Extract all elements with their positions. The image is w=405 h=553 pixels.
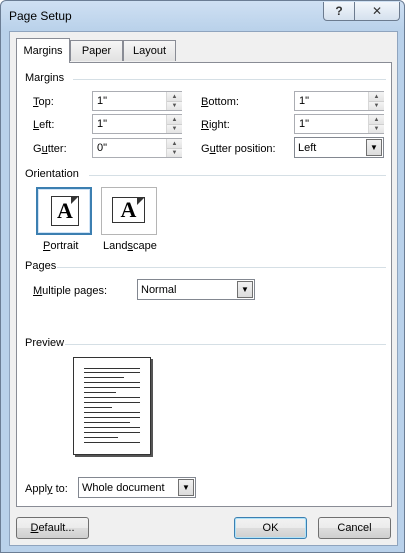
tab-layout-label: Layout: [132, 45, 167, 57]
spin-down-icon[interactable]: ▼: [369, 101, 384, 110]
bottom-margin-value: 1": [299, 95, 310, 107]
dialog-title: Page Setup: [9, 9, 72, 23]
landscape-button[interactable]: A: [101, 187, 157, 235]
dialog-body: Margins Paper Layout Margins Top: 1" ▲ ▼ …: [9, 31, 398, 546]
orientation-heading: Orientation: [25, 168, 79, 180]
spin-up-icon[interactable]: ▲: [167, 139, 182, 148]
spin-up-icon[interactable]: ▲: [167, 115, 182, 124]
multiple-pages-select[interactable]: Normal ▼: [137, 279, 255, 300]
apply-to-label: Apply to:: [25, 483, 68, 495]
multiple-pages-value: Normal: [141, 284, 177, 296]
preview-divider: [65, 344, 386, 345]
tab-margins-label: Margins: [23, 45, 63, 57]
ok-button[interactable]: OK: [234, 517, 307, 539]
title-bar[interactable]: Page Setup ? ✕: [1, 1, 404, 31]
landscape-label: Landscape: [103, 240, 157, 252]
margins-heading: Margins: [25, 72, 65, 84]
cancel-button[interactable]: Cancel: [318, 517, 391, 539]
preview-heading: Preview: [25, 337, 65, 349]
pages-divider: [57, 267, 386, 268]
landscape-page-icon: A: [112, 197, 145, 223]
tab-layout[interactable]: Layout: [123, 40, 176, 61]
left-margin-spinner[interactable]: 1" ▲ ▼: [92, 114, 182, 134]
close-button[interactable]: ✕: [355, 2, 400, 21]
left-margin-value: 1": [97, 118, 108, 130]
apply-to-value: Whole document: [82, 482, 165, 494]
ok-button-label: OK: [262, 522, 279, 534]
preview-page: [73, 357, 151, 455]
spin-up-icon[interactable]: ▲: [167, 92, 182, 101]
gutter-label: Gutter:: [33, 143, 67, 155]
tab-paper-label: Paper: [81, 45, 112, 57]
tab-paper[interactable]: Paper: [70, 40, 123, 61]
gutter-position-value: Left: [298, 142, 317, 154]
margins-panel: Margins Top: 1" ▲ ▼ Left: 1" ▲ ▼ Gutter: 0…: [16, 62, 392, 507]
help-button[interactable]: ?: [323, 2, 355, 21]
default-button-label: Default...: [30, 522, 75, 534]
portrait-button[interactable]: A: [36, 187, 92, 235]
apply-to-select[interactable]: Whole document ▼: [78, 477, 196, 498]
spin-up-icon[interactable]: ▲: [369, 92, 384, 101]
page-setup-dialog: Page Setup ? ✕ Margins Paper Layout Marg…: [0, 0, 405, 553]
default-button[interactable]: Default...: [16, 517, 89, 539]
cancel-button-label: Cancel: [337, 522, 372, 534]
help-icon: ?: [335, 4, 343, 18]
gutter-value: 0": [97, 142, 108, 154]
close-icon: ✕: [371, 4, 383, 18]
portrait-label: Portrait: [43, 240, 79, 252]
gutter-position-label: Gutter position:: [201, 143, 276, 155]
spin-down-icon[interactable]: ▼: [167, 124, 182, 133]
spin-down-icon[interactable]: ▼: [167, 101, 182, 110]
chevron-down-icon[interactable]: ▼: [178, 479, 194, 496]
chevron-down-icon[interactable]: ▼: [237, 281, 253, 298]
portrait-page-icon: A: [51, 196, 79, 226]
left-label: Left:: [33, 119, 55, 131]
bottom-margin-spinner[interactable]: 1" ▲ ▼: [294, 91, 384, 111]
top-margin-value: 1": [97, 95, 108, 107]
chevron-down-icon[interactable]: ▼: [366, 139, 382, 156]
multiple-pages-label: Multiple pages:: [33, 285, 107, 297]
right-margin-value: 1": [299, 118, 310, 130]
tab-margins[interactable]: Margins: [16, 38, 70, 63]
top-margin-spinner[interactable]: 1" ▲ ▼: [92, 91, 182, 111]
margins-divider: [73, 79, 386, 80]
top-label: Top:: [33, 96, 54, 108]
spin-up-icon[interactable]: ▲: [369, 115, 384, 124]
right-margin-spinner[interactable]: 1" ▲ ▼: [294, 114, 384, 134]
gutter-spinner[interactable]: 0" ▲ ▼: [92, 138, 182, 158]
gutter-position-select[interactable]: Left ▼: [294, 137, 384, 158]
right-label: Right:: [201, 119, 230, 131]
spin-down-icon[interactable]: ▼: [167, 148, 182, 157]
spin-down-icon[interactable]: ▼: [369, 124, 384, 133]
pages-heading: Pages: [25, 260, 57, 272]
bottom-label: Bottom:: [201, 96, 239, 108]
orientation-divider: [89, 175, 386, 176]
